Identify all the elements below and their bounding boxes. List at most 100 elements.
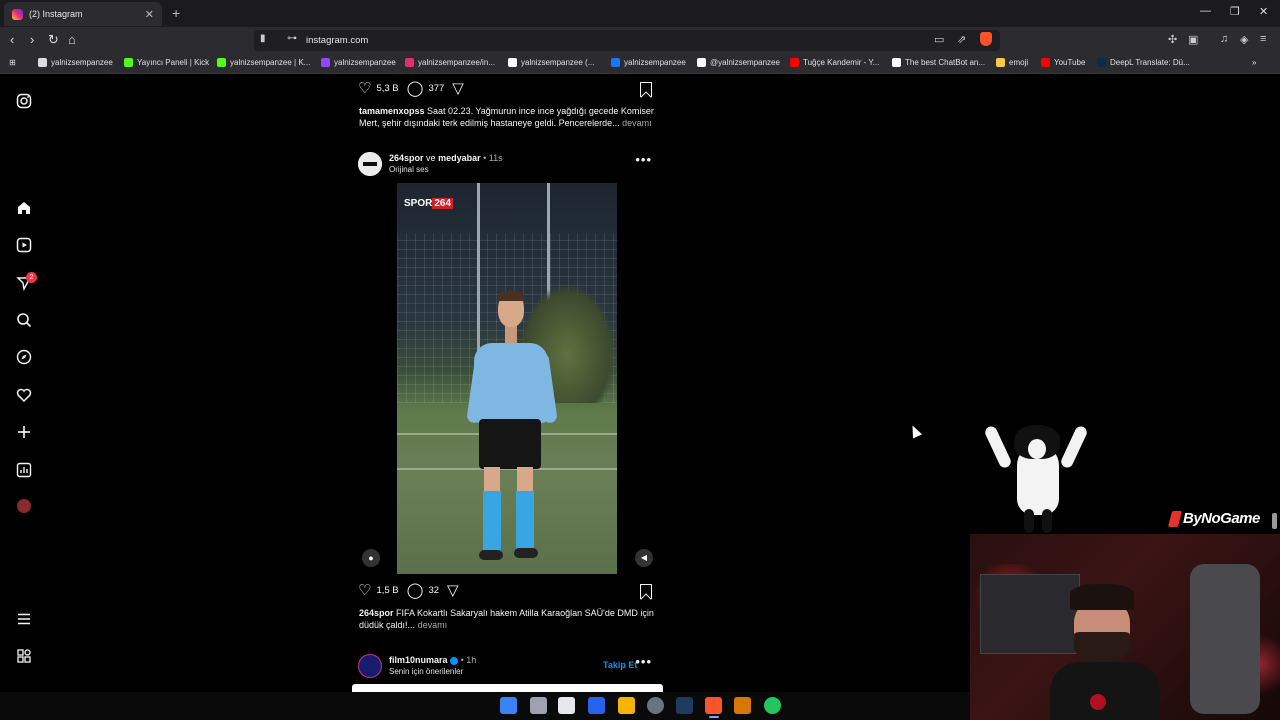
extensions-icon[interactable]: ✣ (1168, 33, 1177, 46)
minimize-icon[interactable]: — (1200, 5, 1211, 17)
more-link[interactable]: devamı (622, 118, 652, 128)
next-post-options-icon[interactable]: ••• (635, 654, 652, 669)
caption-username[interactable]: 264spor (359, 608, 394, 618)
menu-icon[interactable] (16, 611, 32, 627)
windows-start-icon[interactable] (500, 697, 517, 714)
browser-menu-icon[interactable]: ≡ (1260, 33, 1266, 45)
vpn-icon[interactable]: ◈ (1240, 33, 1248, 46)
verified-icon (450, 656, 459, 665)
bookmark-page-icon[interactable]: ▮ (260, 33, 266, 44)
search-icon[interactable] (16, 312, 32, 328)
home-browser-icon[interactable]: ⌂ (68, 32, 76, 47)
tab-instagram[interactable]: (2) Instagram ✕ (4, 2, 162, 26)
bookmark-item[interactable]: YouTube (1041, 58, 1085, 67)
cast-icon[interactable]: ▭ (934, 33, 944, 46)
explore-icon[interactable] (16, 349, 32, 365)
sidebar-toggle-icon[interactable]: ▣ (1188, 33, 1198, 46)
share-post-icon[interactable]: ▽ (452, 81, 464, 96)
brave-taskbar-icon[interactable] (705, 697, 722, 714)
instagram-logo-icon[interactable] (16, 93, 32, 109)
save-icon[interactable] (640, 82, 652, 97)
bookmark-item[interactable]: yalnizsempanzee (... (508, 58, 594, 67)
chrome-icon[interactable] (764, 697, 781, 714)
like-count[interactable]: 5,3 B (376, 83, 398, 94)
post-avatar[interactable] (358, 152, 382, 176)
bookmark-item[interactable]: yalnizsempanzee/in... (405, 58, 495, 67)
bookmark-item[interactable]: The best ChatBot an... (892, 58, 985, 67)
audio-toggle-icon[interactable]: ◀ (635, 549, 653, 567)
follow-button[interactable]: Takip Et (603, 660, 637, 670)
post-connector: ve (426, 153, 436, 163)
store-icon[interactable] (588, 697, 605, 714)
close-window-icon[interactable]: ✕ (1259, 5, 1268, 18)
file-explorer-icon[interactable] (618, 697, 635, 714)
like-icon[interactable]: ♡ (358, 81, 371, 96)
bookmark-label: yalnizsempanzee (... (521, 58, 595, 67)
share-post-icon[interactable]: ▽ (447, 583, 459, 598)
app-icon[interactable] (558, 697, 575, 714)
bookmark-item[interactable]: Yayıncı Paneli | Kick (124, 58, 209, 67)
obs-icon[interactable] (647, 697, 664, 714)
post-options-icon[interactable]: ••• (635, 152, 652, 167)
like-count[interactable]: 1,5 B (376, 585, 398, 596)
bookmark-favicon-icon (697, 58, 706, 67)
bookmark-item[interactable]: @yalnizsempanzee (697, 58, 780, 67)
bookmark-label: yalnizsempanzee/in... (418, 58, 495, 67)
bookmark-favicon-icon (217, 58, 226, 67)
like-icon[interactable]: ♡ (358, 583, 371, 598)
comment-icon[interactable]: ◯ (407, 81, 424, 96)
site-info-icon[interactable]: ⊶ (287, 33, 297, 44)
create-icon[interactable] (16, 424, 32, 440)
forward-icon[interactable]: › (30, 32, 34, 47)
more-link[interactable]: devamı (418, 620, 448, 630)
next-post-media[interactable] (352, 684, 663, 692)
bookmark-item[interactable]: yalnizsempanzee (321, 58, 396, 67)
bookmark-item[interactable]: Tuğçe Kandemir - Y... (790, 58, 879, 67)
post-username[interactable]: 264spor (389, 153, 424, 163)
bookmark-favicon-icon (124, 58, 133, 67)
page-scrollbar[interactable] (1272, 513, 1277, 529)
post-collab[interactable]: medyabar (438, 153, 481, 163)
bookmark-item[interactable]: DeepL Translate: Dü... (1097, 58, 1190, 67)
post-video[interactable]: SPOR 264 ● ◀ (352, 183, 663, 574)
next-post-time: • 1h (460, 655, 477, 665)
browser-toolbar: ‹ › ↻ ⌂ (0, 27, 1280, 53)
media-icon[interactable]: ♫ (1220, 33, 1228, 45)
bookmark-label: @yalnizsempanzee (710, 58, 780, 67)
media-app-icon[interactable] (734, 697, 751, 714)
brave-shields-icon[interactable] (980, 32, 992, 46)
steam-icon[interactable] (676, 697, 693, 714)
tagged-users-icon[interactable]: ● (362, 549, 380, 567)
next-post-avatar[interactable] (358, 654, 382, 678)
bookmark-item[interactable]: emoji (996, 58, 1028, 67)
bookmark-item[interactable]: yalnizsempanzee | K... (217, 58, 310, 67)
next-post-username[interactable]: film10numara (389, 655, 448, 665)
caption-username[interactable]: tamamenxopss (359, 106, 425, 116)
post-audio[interactable]: Orijinal ses (389, 165, 429, 174)
comment-icon[interactable]: ◯ (407, 583, 424, 598)
home-icon[interactable] (16, 200, 32, 216)
bookmark-item[interactable]: yalnizsempanzee (611, 58, 686, 67)
threads-icon[interactable] (16, 648, 32, 664)
bookmark-item[interactable]: yalnizsempanzee (38, 58, 113, 67)
url-text[interactable]: instagram.com (306, 35, 368, 46)
post-header: 264spor ve medyabar • 11s Orijinal ses •… (358, 152, 658, 178)
bookmark-favicon-icon (1097, 58, 1106, 67)
apps-grid-icon[interactable]: ⊞ (9, 58, 16, 67)
save-icon[interactable] (640, 584, 652, 599)
share-icon[interactable]: ⇗ (957, 33, 966, 46)
dashboard-icon[interactable] (16, 462, 32, 478)
reels-icon[interactable] (16, 237, 32, 253)
profile-avatar[interactable] (17, 499, 31, 513)
tab-close-icon[interactable]: ✕ (145, 8, 154, 21)
reload-icon[interactable]: ↻ (48, 32, 59, 48)
new-tab-icon[interactable]: + (172, 5, 180, 21)
maximize-icon[interactable]: ❐ (1230, 5, 1240, 18)
post-time: • 11s (483, 153, 503, 163)
back-icon[interactable]: ‹ (10, 32, 14, 47)
bookmarks-overflow-icon[interactable]: » (1252, 58, 1256, 67)
bookmark-favicon-icon (38, 58, 47, 67)
notifications-icon[interactable] (16, 387, 32, 403)
task-view-icon[interactable] (530, 697, 547, 714)
bynogame-logo: ByNoGame (1167, 510, 1260, 527)
